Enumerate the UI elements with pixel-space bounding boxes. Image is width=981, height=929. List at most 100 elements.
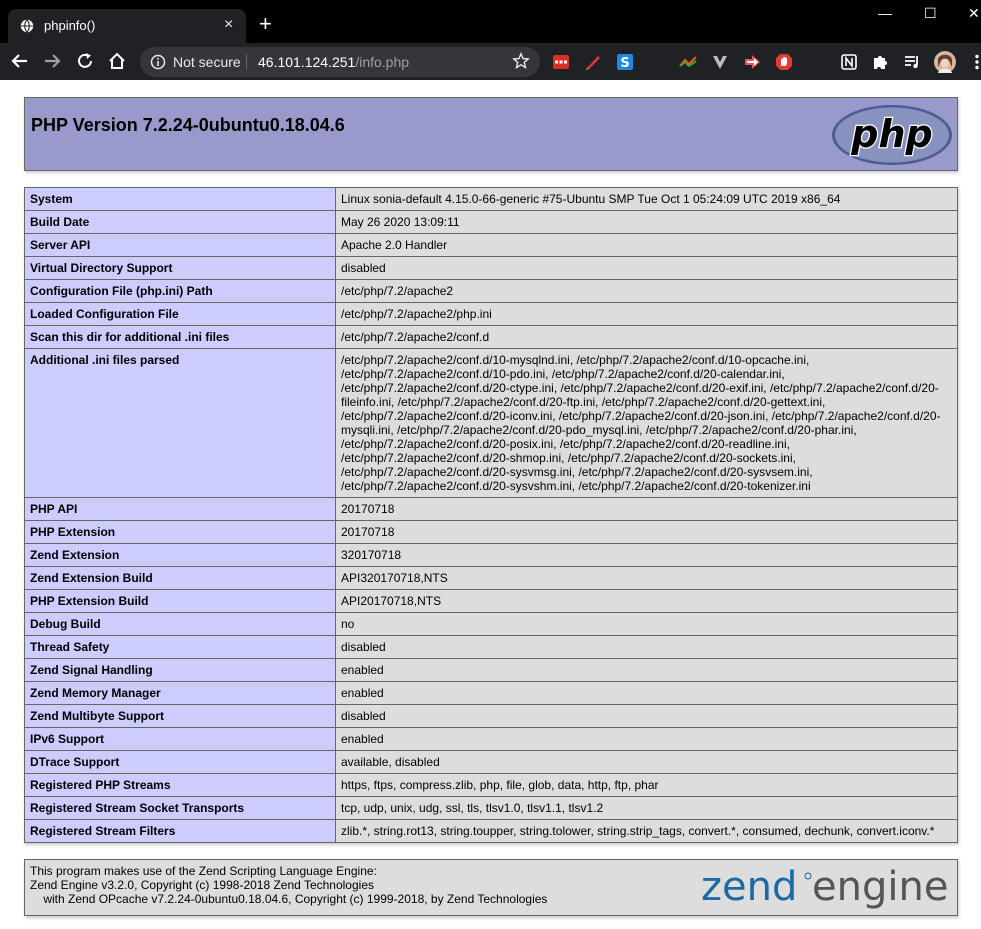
row-value: disabled: [335, 635, 958, 659]
security-label[interactable]: Not secure: [173, 54, 241, 70]
browser-tab-bar: phpinfo() × + — ☐ ✕: [0, 0, 981, 43]
new-tab-button[interactable]: +: [259, 13, 272, 35]
row-key: Zend Multibyte Support: [24, 704, 336, 728]
row-key: Registered Stream Socket Transports: [24, 796, 336, 820]
svg-text:S: S: [620, 56, 629, 71]
row-value: /etc/php/7.2/apache2/conf.d: [335, 325, 958, 349]
row-value: 20170718: [335, 520, 958, 544]
ext-hand-icon[interactable]: [775, 53, 793, 71]
arrow-right-icon[interactable]: [42, 51, 62, 71]
puzzle-icon[interactable]: [871, 53, 889, 71]
divider: [246, 54, 247, 70]
php-logo-text: php: [850, 112, 932, 156]
ext-chart-icon[interactable]: [679, 53, 697, 71]
row-key: IPv6 Support: [24, 727, 336, 751]
row-key: Zend Extension: [24, 543, 336, 567]
globe-icon: [20, 19, 34, 33]
row-key: Registered PHP Streams: [24, 773, 336, 797]
table-row: Configuration File (php.ini) Path/etc/ph…: [24, 279, 958, 303]
row-value: https, ftps, compress.zlib, php, file, g…: [335, 773, 958, 797]
reload-icon[interactable]: [75, 51, 95, 71]
table-row: Zend Extension 320170718: [24, 543, 958, 567]
row-key: Zend Extension Build: [24, 566, 336, 590]
address-bar[interactable]: Not secure 46.101.124.251/info.php: [140, 47, 540, 77]
row-value: /etc/php/7.2/apache2: [335, 279, 958, 303]
row-value: tcp, udp, unix, udg, ssl, tls, tlsv1.0, …: [335, 796, 958, 820]
table-row: Zend Extension Build API320170718,NTS: [24, 566, 958, 590]
arrow-left-icon[interactable]: [10, 51, 30, 71]
row-value: /etc/php/7.2/apache2/conf.d/10-mysqlnd.i…: [335, 348, 958, 498]
row-key: PHP Extension Build: [24, 589, 336, 613]
row-key: PHP API: [24, 497, 336, 521]
tab-title: phpinfo(): [44, 18, 96, 33]
row-key: Virtual Directory Support: [24, 256, 336, 280]
row-value: API320170718,NTS: [335, 566, 958, 590]
ext-s-icon[interactable]: S: [616, 53, 634, 71]
row-value: zlib.*, string.rot13, string.toupper, st…: [335, 819, 958, 843]
row-value: Apache 2.0 Handler: [335, 233, 958, 257]
window-minimize-button[interactable]: —: [878, 5, 892, 21]
row-key: DTrace Support: [24, 750, 336, 774]
home-icon[interactable]: [107, 51, 127, 71]
row-value: enabled: [335, 658, 958, 682]
table-row: Zend Memory Manager enabled: [24, 681, 958, 705]
table-row: Server API Apache 2.0 Handler: [24, 233, 958, 257]
zend-engine-logo[interactable]: zend engine: [701, 862, 953, 912]
ext-v-icon[interactable]: [711, 53, 729, 71]
ext-red-icon[interactable]: [552, 53, 570, 71]
url-host: 46.101.124.251: [258, 54, 356, 70]
table-row: Registered PHP Streams https, ftps, compr…: [24, 773, 958, 797]
row-key: Scan this dir for additional .ini files: [24, 325, 336, 349]
row-key: Thread Safety: [24, 635, 336, 659]
table-row: Debug Build no: [24, 612, 958, 636]
row-value: 20170718: [335, 497, 958, 521]
info-icon[interactable]: [150, 54, 166, 70]
zend-credits: This program makes use of the Zend Scrip…: [30, 864, 547, 906]
row-value: no: [335, 612, 958, 636]
php-info-table: System Linux sonia-default 4.15.0-66-gene…: [24, 187, 958, 843]
url-path: /info.php: [355, 54, 410, 70]
url-text[interactable]: 46.101.124.251/info.php: [258, 54, 409, 70]
php-logo[interactable]: php: [831, 104, 953, 166]
row-key: PHP Extension: [24, 520, 336, 544]
php-version-header: PHP Version 7.2.24-0ubuntu0.18.04.6 php: [24, 97, 958, 171]
tab-phpinfo[interactable]: phpinfo() ×: [8, 9, 246, 43]
row-value: 320170718: [335, 543, 958, 567]
row-key: Registered Stream Filters: [24, 819, 336, 843]
zend-footer: This program makes use of the Zend Scrip…: [24, 859, 958, 916]
footer-line: with Zend OPcache v7.2.24-0ubuntu0.18.04…: [30, 892, 548, 906]
window-maximize-button[interactable]: ☐: [924, 5, 937, 22]
avatar[interactable]: [934, 51, 956, 73]
table-row: Thread Safety disabled: [24, 635, 958, 659]
footer-line: Zend Engine v3.2.0, Copyright (c) 1998-2…: [30, 878, 374, 892]
table-row: Loaded Configuration File/etc/php/7.2/ap…: [24, 302, 958, 326]
star-icon[interactable]: [512, 52, 530, 70]
table-row: Zend Multibyte Support disabled: [24, 704, 958, 728]
engine-logo-text: engine: [812, 864, 948, 910]
row-key: Additional .ini files parsed: [24, 348, 336, 498]
table-row: Registered Stream Filters zlib.*, string.…: [24, 819, 958, 843]
window-close-button[interactable]: ✕: [968, 5, 980, 22]
row-key: Build Date: [24, 210, 336, 234]
row-value: available, disabled: [335, 750, 958, 774]
table-row: DTrace Support available, disabled: [24, 750, 958, 774]
table-row: Build Date May 26 2020 13:09:11: [24, 210, 958, 234]
table-row: Registered Stream Socket Transports tcp, …: [24, 796, 958, 820]
menu-icon[interactable]: [968, 53, 981, 71]
row-key: Server API: [24, 233, 336, 257]
row-key: Zend Signal Handling: [24, 658, 336, 682]
row-key: Configuration File (php.ini) Path: [24, 279, 336, 303]
ext-arrow-icon[interactable]: [743, 53, 761, 71]
media-icon[interactable]: [903, 53, 921, 71]
row-value: disabled: [335, 704, 958, 728]
table-row: System Linux sonia-default 4.15.0-66-gene…: [24, 187, 958, 211]
ext-pen-icon[interactable]: [584, 53, 602, 71]
browser-toolbar: Not secure 46.101.124.251/info.php S: [0, 43, 981, 80]
table-row: PHP API 20170718: [24, 497, 958, 521]
notion-icon[interactable]: [840, 53, 858, 71]
table-row: Zend Signal Handling enabled: [24, 658, 958, 682]
table-row: PHP Extension 20170718: [24, 520, 958, 544]
tab-close-icon[interactable]: ×: [224, 16, 233, 34]
row-value: disabled: [335, 256, 958, 280]
zend-logo-text: zend: [701, 864, 797, 910]
